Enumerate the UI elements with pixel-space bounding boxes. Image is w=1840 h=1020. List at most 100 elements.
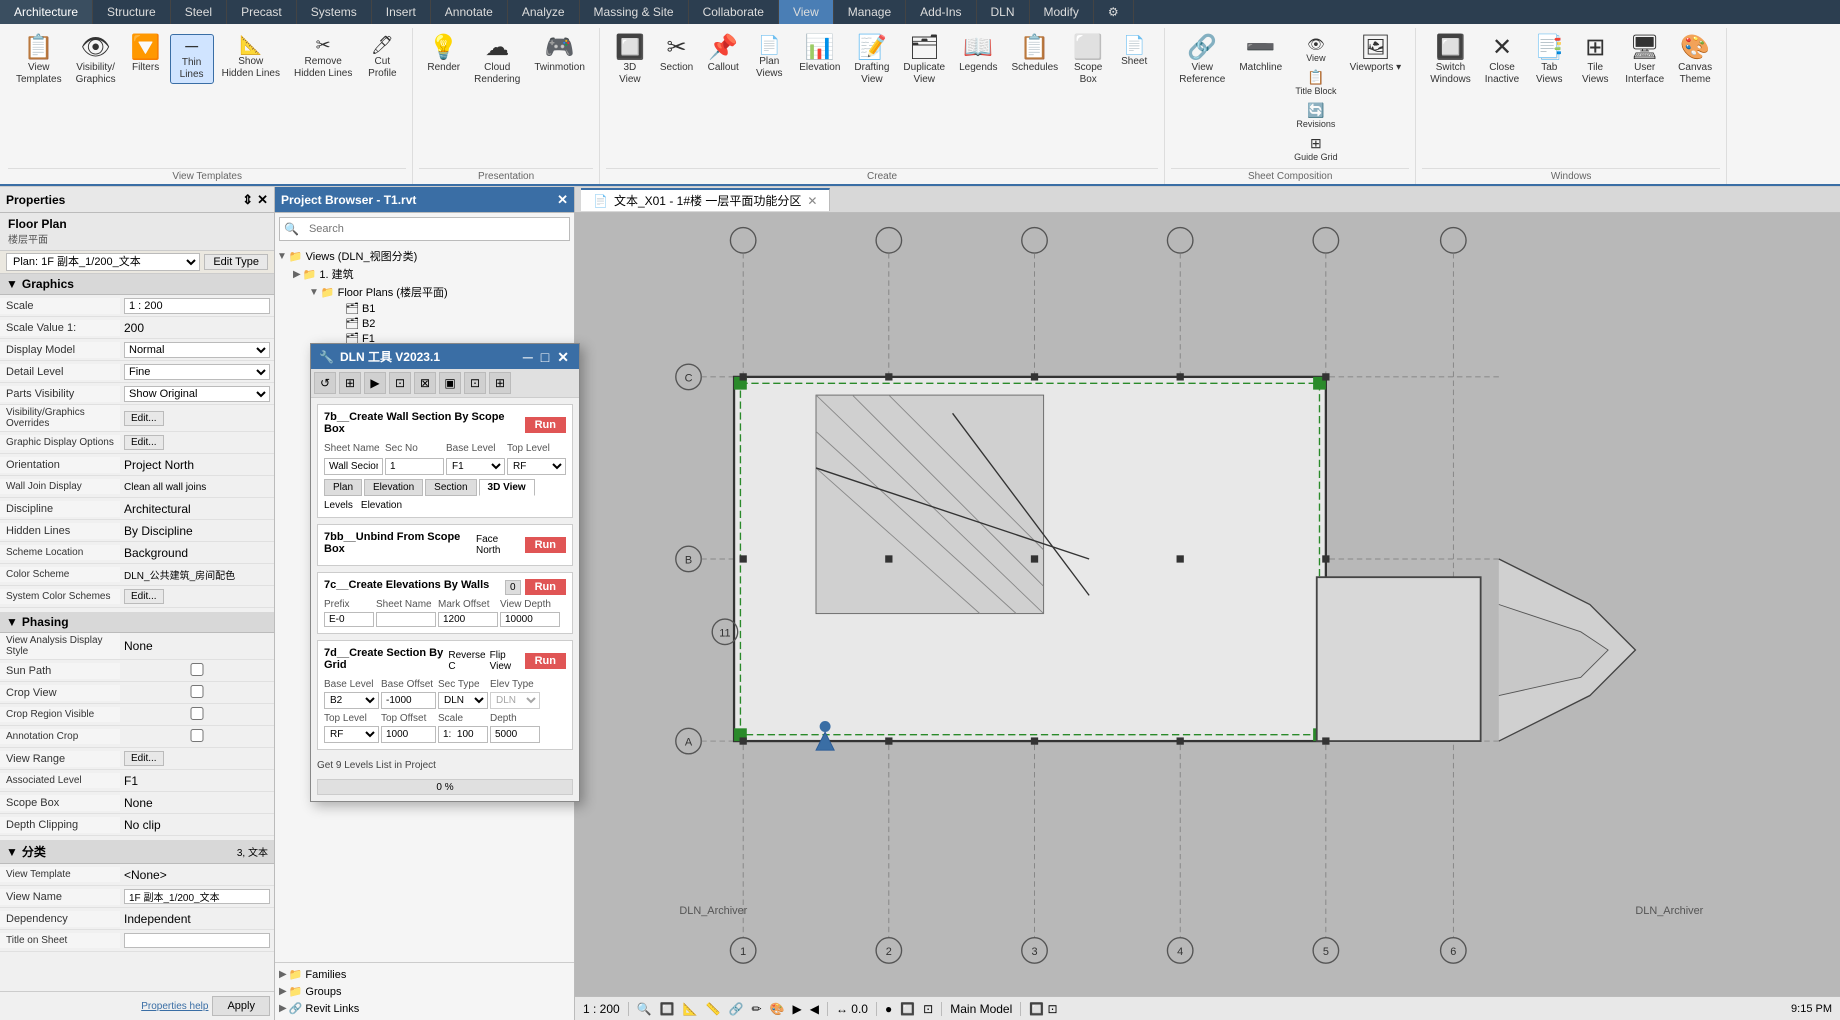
- tree-architecture-item[interactable]: ▶ 📁 1. 建筑: [277, 265, 572, 283]
- top-level-select[interactable]: RF: [507, 458, 566, 475]
- identity-section-header[interactable]: ▼ 分类 3, 文本: [0, 840, 274, 864]
- status-icon5[interactable]: 🔗: [729, 1002, 744, 1016]
- edit-type-button[interactable]: Edit Type: [204, 254, 268, 270]
- drafting-view-button[interactable]: 📝 DraftingView: [848, 34, 895, 88]
- tile-views-button[interactable]: ⊞ TileViews: [1573, 34, 1617, 88]
- elevation-tab[interactable]: Elevation: [364, 479, 423, 496]
- canvas-theme-button[interactable]: 🎨 CanvasTheme: [1672, 34, 1718, 88]
- floor-plans-expand-icon[interactable]: ▼: [309, 287, 319, 298]
- plan-tab[interactable]: Plan: [324, 479, 362, 496]
- canvas-tab-active[interactable]: 📄 文本_X01 - 1#楼 一层平面功能分区 ✕: [581, 188, 830, 211]
- scope-box-button[interactable]: ⬜ ScopeBox: [1066, 34, 1110, 88]
- tree-b1-item[interactable]: 🗂 B1: [277, 301, 572, 316]
- dln-tool-play[interactable]: ▶: [364, 372, 386, 394]
- sheet-name-input[interactable]: [324, 458, 383, 475]
- top-offset-input[interactable]: [381, 726, 436, 743]
- display-model-select[interactable]: Normal: [124, 342, 270, 358]
- tree-floor-plans-item[interactable]: ▼ 📁 Floor Plans (楼层平面): [277, 283, 572, 301]
- status-icon2[interactable]: 🔲: [660, 1002, 675, 1016]
- base-offset-input[interactable]: [381, 692, 436, 709]
- properties-resize-icon[interactable]: ⇕: [242, 192, 253, 208]
- elevation-button[interactable]: 📊 Elevation: [793, 34, 846, 76]
- depth-7d-input[interactable]: [490, 726, 540, 743]
- ribbon-tab-analyze[interactable]: Analyze: [508, 0, 580, 24]
- cut-profile-button[interactable]: 🖊 CutProfile: [360, 34, 404, 82]
- dln-maximize-btn[interactable]: □: [539, 350, 551, 364]
- properties-close-icon[interactable]: ✕: [257, 192, 268, 208]
- ribbon-tab-systems[interactable]: Systems: [297, 0, 372, 24]
- plan-views-button[interactable]: 📄 PlanViews: [747, 34, 791, 82]
- detail-level-select[interactable]: Fine: [124, 364, 270, 380]
- type-selector[interactable]: Plan: 1F 副本_1/200_文本: [6, 253, 200, 271]
- ribbon-tab-architecture[interactable]: Architecture: [0, 0, 93, 24]
- title-on-sheet-input[interactable]: [124, 933, 270, 948]
- show-hidden-button[interactable]: 📐 ShowHidden Lines: [216, 34, 286, 82]
- tree-b2-item[interactable]: 🗂 B2: [277, 316, 572, 331]
- ribbon-tab-precast[interactable]: Precast: [227, 0, 297, 24]
- groups-expand-icon[interactable]: ▶: [279, 986, 287, 997]
- ribbon-tab-structure[interactable]: Structure: [93, 0, 171, 24]
- scale-7d-input[interactable]: [438, 726, 488, 743]
- top-level-7d-select[interactable]: RF: [324, 726, 379, 743]
- crop-region-checkbox[interactable]: [124, 707, 270, 720]
- status-icon7[interactable]: 🎨: [770, 1002, 785, 1016]
- base-level-7d-select[interactable]: B2: [324, 692, 379, 709]
- status-worksets-icon2[interactable]: 🔲: [900, 1002, 915, 1016]
- floor-plan-canvas[interactable]: 1 2 3 4 5 6 C: [575, 213, 1840, 996]
- view-button[interactable]: 👁View: [1290, 34, 1342, 65]
- tab-views-button[interactable]: 📑 TabViews: [1527, 34, 1571, 88]
- graphic-display-edit-button[interactable]: Edit...: [124, 435, 164, 450]
- status-icon9[interactable]: ◀: [810, 1002, 819, 1016]
- graphics-section-header[interactable]: ▼ Graphics: [0, 274, 274, 295]
- dln-tool-grid2[interactable]: ⊞: [489, 372, 511, 394]
- switch-windows-button[interactable]: 🔲 SwitchWindows: [1424, 34, 1477, 88]
- arch-expand-icon[interactable]: ▶: [293, 269, 301, 280]
- prefix-input[interactable]: [324, 612, 374, 627]
- ribbon-tab-steel[interactable]: Steel: [171, 0, 227, 24]
- sheet-button[interactable]: 📄 Sheet: [1112, 34, 1156, 70]
- ribbon-tab-insert[interactable]: Insert: [372, 0, 431, 24]
- ribbon-tab-collaborate[interactable]: Collaborate: [689, 0, 779, 24]
- families-item[interactable]: ▶ 📁 Families: [279, 967, 570, 982]
- ribbon-tab-modify[interactable]: Modify: [1030, 0, 1094, 24]
- status-icon6[interactable]: ✏: [751, 1002, 761, 1016]
- base-level-select[interactable]: F1: [446, 458, 505, 475]
- root-expand-icon[interactable]: ▼: [277, 251, 287, 262]
- run-7d-button[interactable]: Run: [525, 653, 566, 669]
- legends-button[interactable]: 📖 Legends: [953, 34, 1003, 76]
- tree-root-item[interactable]: ▼ 📁 Views (DLN_视图分类): [277, 247, 572, 265]
- visibility-graphics-button[interactable]: 👁 Visibility/Graphics: [70, 34, 122, 88]
- dln-tool-box1[interactable]: ⊡: [389, 372, 411, 394]
- thin-lines-button[interactable]: ─ ThinLines: [170, 34, 214, 84]
- ribbon-tab-massing---site[interactable]: Massing & Site: [580, 0, 689, 24]
- matchline-button[interactable]: ➖ Matchline: [1233, 34, 1288, 76]
- ribbon-tab-dln[interactable]: DLN: [977, 0, 1030, 24]
- viewports-button[interactable]: 🖼 Viewports ▾: [1344, 34, 1408, 76]
- dln-close-btn[interactable]: ✕: [555, 350, 571, 364]
- status-worksets-icon3[interactable]: ⊡: [923, 1002, 933, 1016]
- sec-type-select[interactable]: DLN: [438, 692, 488, 709]
- parts-visibility-select[interactable]: Show Original: [124, 386, 270, 402]
- elev-type-select[interactable]: DLN: [490, 692, 540, 709]
- crop-view-checkbox[interactable]: [124, 685, 270, 698]
- annotation-crop-checkbox[interactable]: [124, 729, 270, 742]
- callout-button[interactable]: 📌 Callout: [701, 34, 745, 76]
- user-interface-button[interactable]: 🖥 UserInterface: [1619, 34, 1670, 88]
- dln-tool-box2[interactable]: ⊠: [414, 372, 436, 394]
- 3d-view-button[interactable]: 🔲 3DView: [608, 34, 652, 88]
- 3d-view-tab[interactable]: 3D View: [479, 479, 535, 496]
- revit-links-item[interactable]: ▶ 🔗 Revit Links: [279, 1001, 570, 1016]
- groups-item[interactable]: ▶ 📁 Groups: [279, 984, 570, 999]
- sheet-name-7c-input[interactable]: [376, 612, 436, 627]
- dln-tool-box4[interactable]: ⊡: [464, 372, 486, 394]
- dln-tool-grid[interactable]: ⊞: [339, 372, 361, 394]
- view-reference-button[interactable]: 🔗 ViewReference: [1173, 34, 1231, 88]
- status-icon4[interactable]: 📏: [706, 1002, 721, 1016]
- status-icon8[interactable]: ▶: [792, 1002, 801, 1016]
- dln-tool-refresh[interactable]: ↺: [314, 372, 336, 394]
- sec-no-input[interactable]: [385, 458, 444, 475]
- revisions-button[interactable]: 🔄Revisions: [1290, 100, 1342, 131]
- ribbon-tab-manage[interactable]: Manage: [834, 0, 906, 24]
- view-templates-button[interactable]: 📋 View Templates: [10, 34, 68, 88]
- status-icon1[interactable]: 🔍: [637, 1002, 652, 1016]
